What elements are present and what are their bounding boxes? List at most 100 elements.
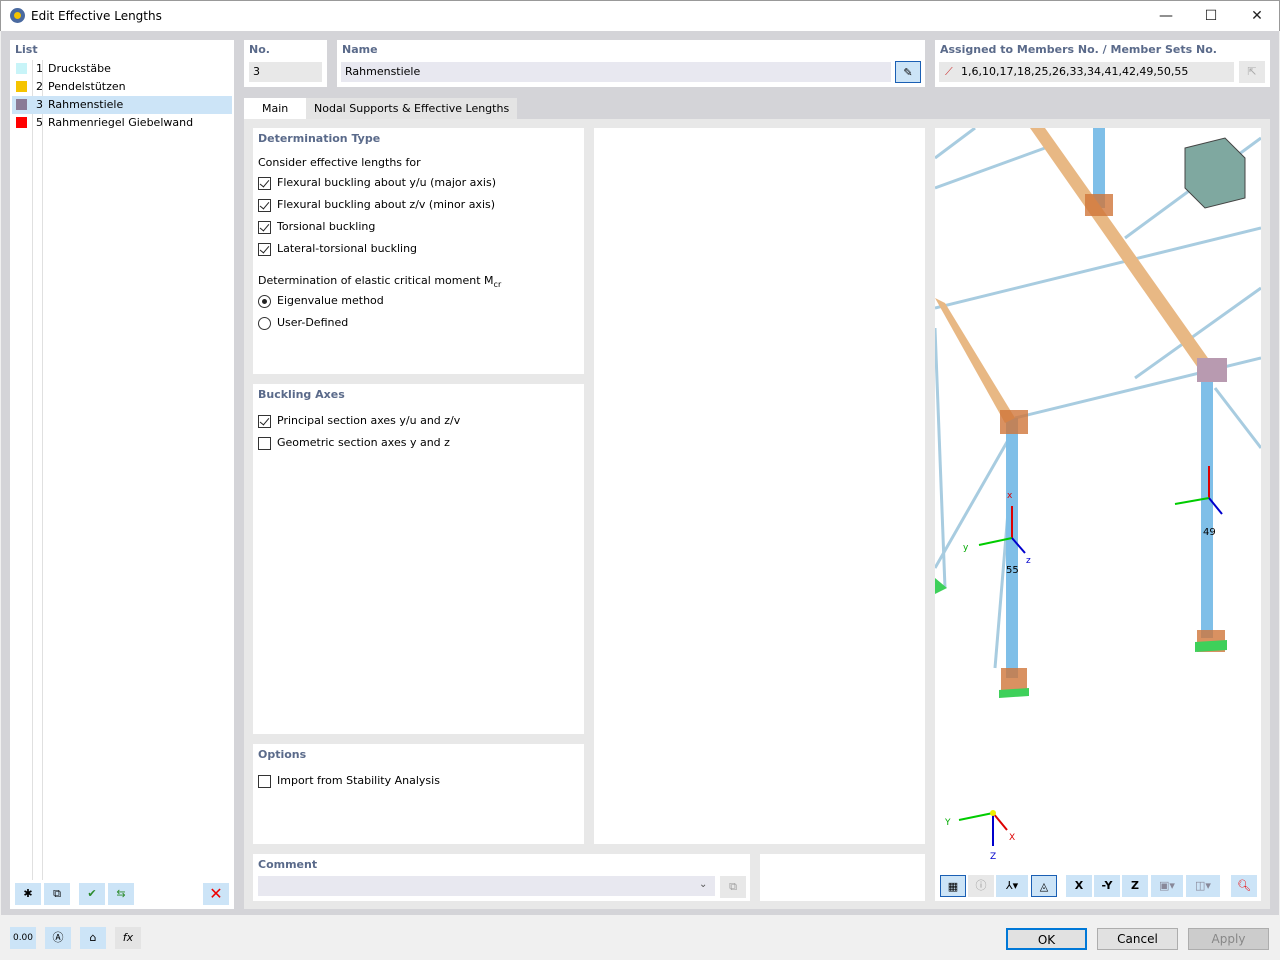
copy-item-button[interactable]: ⧉ [44,883,70,905]
list-item-selected[interactable]: 3 Rahmenstiele [12,96,232,114]
structure-model: x y z 55 49 X Y Z [933,126,1263,862]
view-z-label: Z [1131,879,1139,892]
checkbox-flexural-y[interactable]: Flexural buckling about y/u (major axis) [258,176,496,192]
formula-button[interactable]: fx [115,927,141,949]
assigned-panel: Assigned to Members No. / Member Sets No… [935,40,1270,87]
item-no: 5 [36,116,43,129]
color-swatch [16,99,27,110]
blank-panel [760,854,925,901]
reset-zoom-button[interactable]: 🔍︎ [1231,875,1257,897]
list-panel: List 1 Druckstäbe 2 Pendelstützen 3 Rahmens… [10,40,234,909]
checkbox[interactable] [258,242,271,256]
radio-user-defined[interactable]: User-Defined [258,316,348,332]
member-icon: ⟋ [945,65,953,78]
select-members-button[interactable]: ⇱ [1239,61,1265,83]
3d-view[interactable]: x y z 55 49 X Y Z ▦ ⓘ ⅄▾ ◬ X -Y Z ▣▾ ◫▾ … [933,126,1263,901]
item-name: Rahmenriegel Giebelwand [48,116,194,129]
section-title: Options [258,748,307,761]
minimize-button[interactable]: — [1151,5,1181,27]
checkbox-label: Flexural buckling about y/u (major axis) [277,176,496,189]
section-title: Buckling Axes [258,388,345,401]
radio-label: User-Defined [277,316,349,329]
checkbox[interactable] [258,220,271,234]
assigned-label: Assigned to Members No. / Member Sets No… [940,43,1217,56]
mcr-label: Determination of elastic critical moment… [258,274,501,290]
view-x-button[interactable]: X [1066,875,1092,897]
checkbox-import-stability[interactable]: Import from Stability Analysis [258,774,440,790]
checkbox-lateral-torsional[interactable]: Lateral-torsional buckling [258,242,417,258]
render-dropdown-button[interactable]: ▣▾ [1151,875,1183,897]
ok-button[interactable]: OK [1006,928,1087,950]
tab-main[interactable]: Main [244,98,307,120]
options-section: Options Import from Stability Analysis [253,744,584,844]
name-label: Name [342,43,378,56]
comment-library-button[interactable]: ⧉ [720,876,746,898]
apply-button[interactable]: Apply [1188,928,1269,950]
window-title: Edit Effective Lengths [31,9,162,23]
comment-input[interactable] [258,876,715,896]
view-eye-button[interactable]: ◬ [1031,875,1057,897]
section-button[interactable]: Ⓐ [45,927,71,949]
new-item-button[interactable]: ✱ [15,883,41,905]
view-button[interactable]: ⌂ [80,927,106,949]
checkbox[interactable] [258,198,271,212]
radio[interactable] [258,316,271,330]
list-header: List [15,43,38,56]
comment-section: Comment ⌄ ⧉ [253,854,750,901]
mcr-text: Determination of elastic critical moment… [258,274,494,287]
checkbox-flexural-z[interactable]: Flexural buckling about z/v (minor axis) [258,198,495,214]
checkbox[interactable] [258,414,271,428]
chevron-down-icon[interactable]: ⌄ [699,879,707,890]
view-cube[interactable] [1184,137,1246,209]
list-item[interactable]: 1 Druckstäbe [12,60,232,78]
axis-x-label: x [1007,491,1013,501]
global-y-label: Y [944,818,951,828]
cancel-button[interactable]: Cancel [1097,928,1178,950]
column [1201,378,1213,638]
column [1006,418,1018,678]
maximize-button[interactable]: ☐ [1196,5,1226,27]
item-no: 1 [36,62,43,75]
view-z-button[interactable]: Z [1122,875,1148,897]
checkbox-principal-axes[interactable]: Principal section axes y/u and z/v [258,414,460,430]
section-title: Determination Type [258,132,381,145]
delete-button[interactable]: ✕ [203,883,229,905]
checkbox-label: Torsional buckling [277,220,376,233]
no-field[interactable]: 3 [249,62,322,82]
list-item[interactable]: 2 Pendelstützen [12,78,232,96]
list-item[interactable]: 5 Rahmenriegel Giebelwand [12,114,232,132]
radio-eigenvalue[interactable]: Eigenvalue method [258,294,384,310]
checkbox-geometric-axes[interactable]: Geometric section axes y and z [258,436,450,452]
units-button[interactable]: 0.00 [10,927,36,949]
global-z-label: Z [990,852,996,862]
color-swatch [16,63,27,74]
display-options-button[interactable]: ▦ [940,875,966,897]
radio-label: Eigenvalue method [277,294,384,307]
check-all-button[interactable]: ✔ [79,883,105,905]
edit-name-button[interactable]: ✎ [895,61,921,83]
item-no: 3 [36,98,43,111]
color-swatch [16,81,27,92]
close-button[interactable]: ✕ [1242,5,1272,27]
buckling-axes-section: Buckling Axes Principal section axes y/u… [253,384,584,734]
box-dropdown-button[interactable]: ◫▾ [1186,875,1220,897]
checkbox[interactable] [258,436,271,450]
checkbox-torsional[interactable]: Torsional buckling [258,220,375,236]
radio[interactable] [258,294,271,308]
axis-y-label: y [963,543,969,553]
name-field[interactable]: Rahmenstiele [341,62,891,82]
checkbox[interactable] [258,774,271,788]
no-label: No. [249,43,270,56]
name-panel: Name Rahmenstiele ✎ [337,40,925,87]
checkbox[interactable] [258,176,271,190]
mcr-subscript: cr [493,280,502,290]
checkbox-label: Import from Stability Analysis [277,774,440,787]
info-button[interactable]: ⓘ [968,875,994,897]
item-name: Pendelstützen [48,80,126,93]
tab-nodal-supports[interactable]: Nodal Supports & Effective Lengths [306,98,518,119]
uncheck-button[interactable]: ⇆ [108,883,134,905]
view-minus-y-button[interactable]: -Y [1094,875,1120,897]
axes-dropdown-button[interactable]: ⅄▾ [996,875,1028,897]
assigned-members-field[interactable]: 1,6,10,17,18,25,26,33,34,41,42,49,50,55 [939,62,1234,82]
member-label: 49 [1203,527,1216,538]
